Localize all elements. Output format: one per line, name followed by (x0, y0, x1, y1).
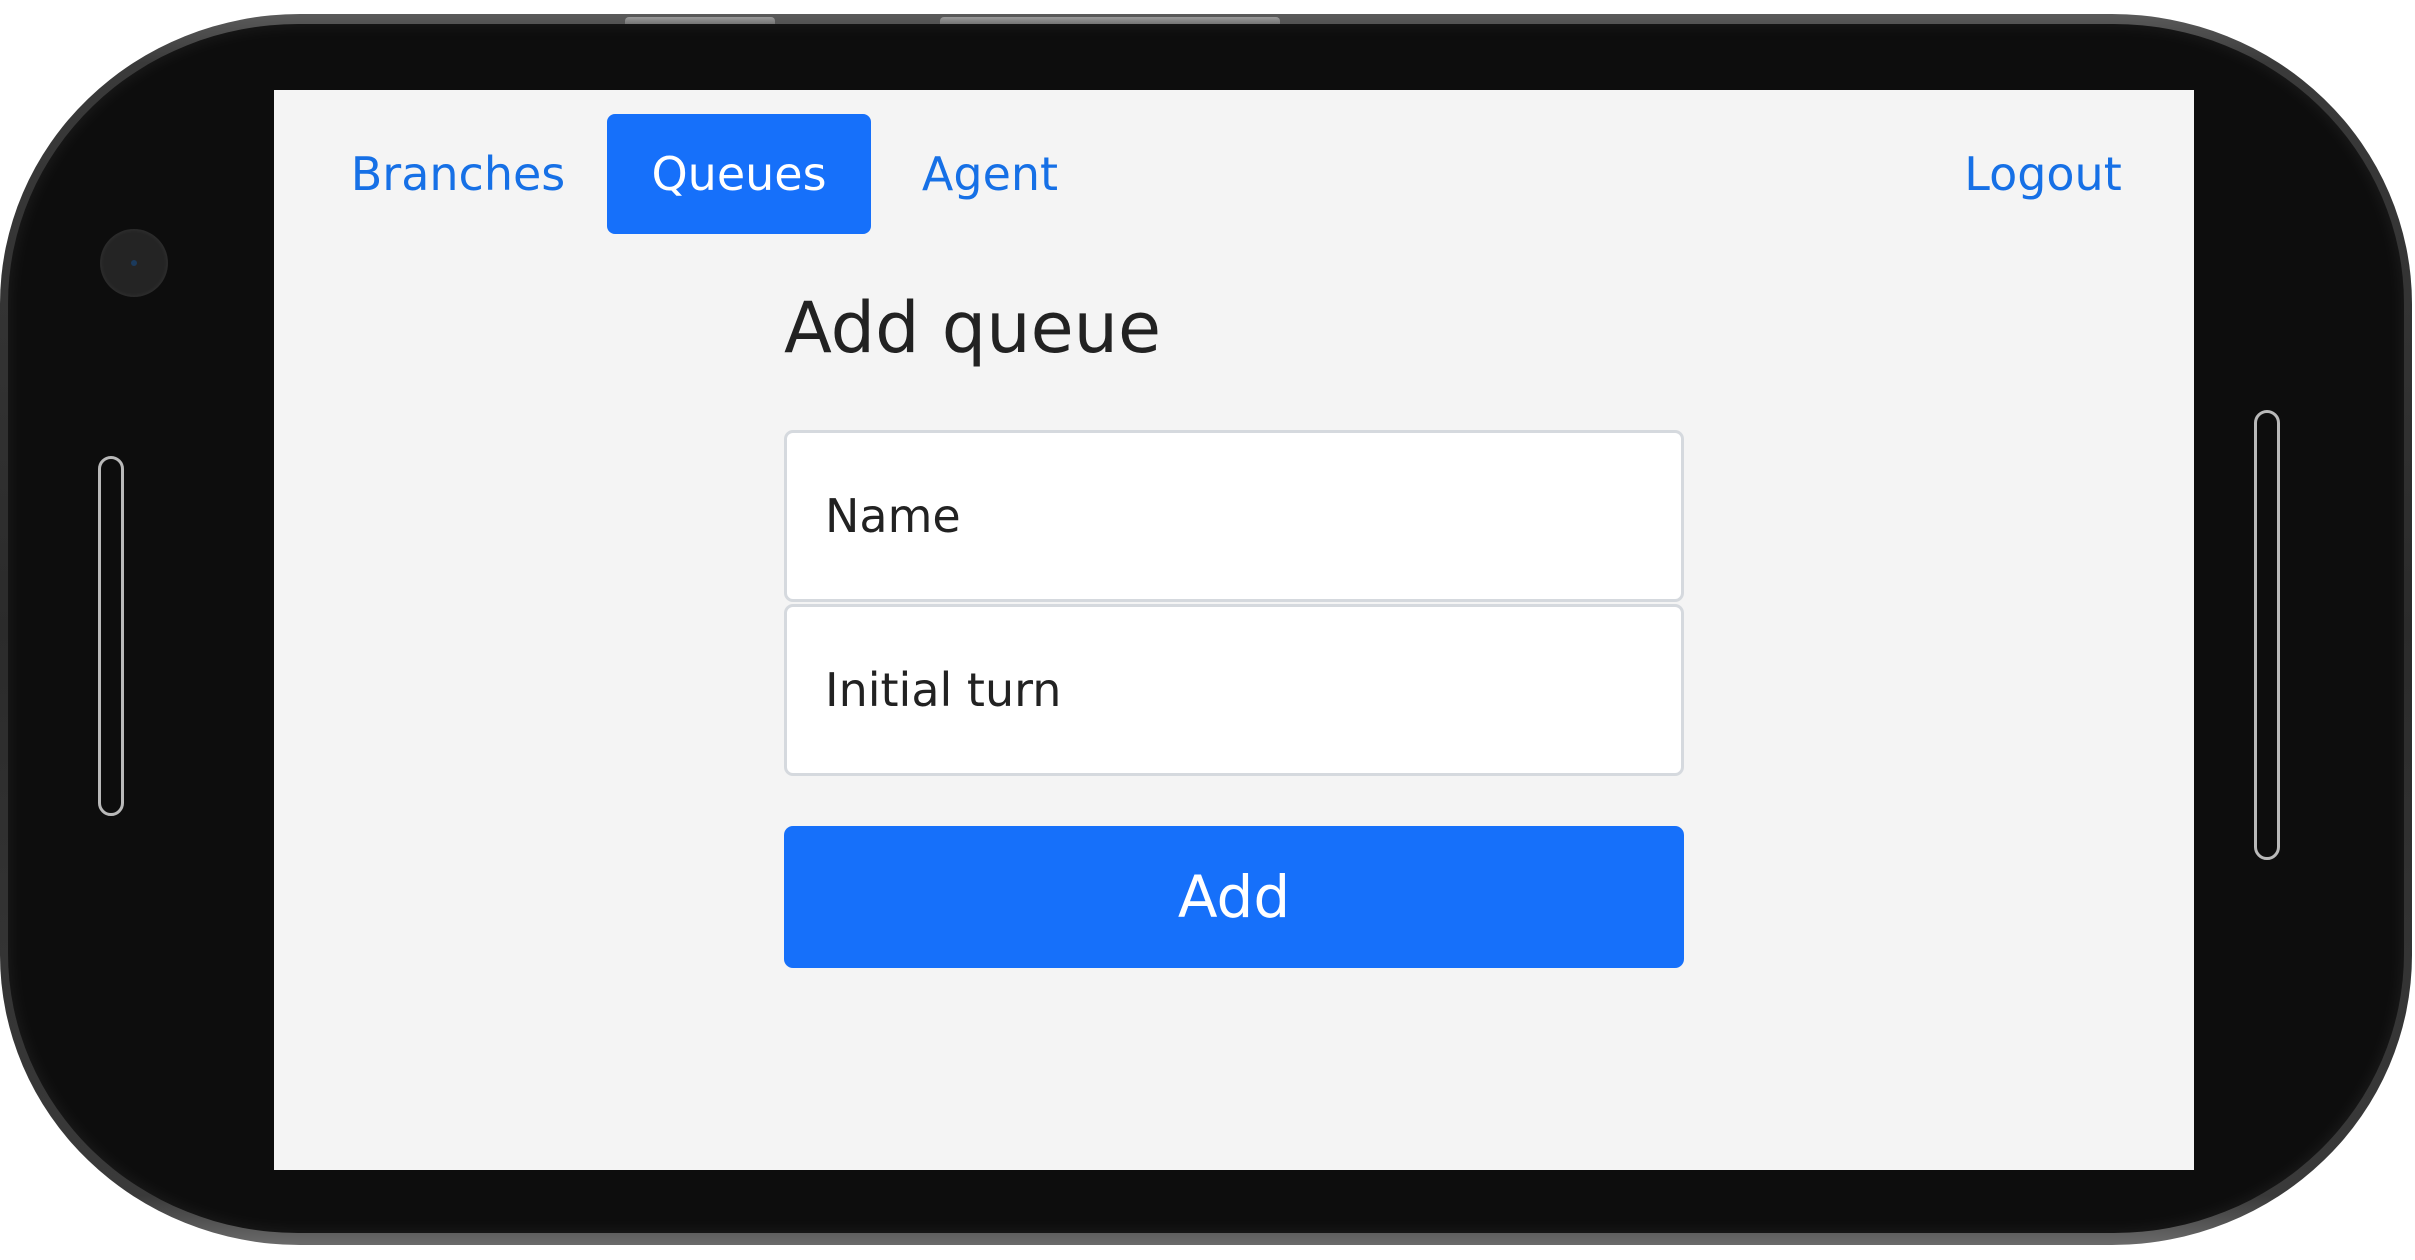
speaker-grille (2254, 410, 2280, 860)
nav-link-branches[interactable]: Branches (338, 114, 578, 234)
app-screen: Branches Queues Agent Logout Add queue A… (274, 90, 2194, 1170)
front-camera-icon (100, 229, 168, 297)
nav-link-agent[interactable]: Agent (900, 114, 1080, 234)
initial-turn-input[interactable] (784, 604, 1684, 776)
logout-link[interactable]: Logout (1943, 114, 2143, 234)
add-button[interactable]: Add (784, 826, 1684, 968)
page-title: Add queue (784, 287, 1162, 369)
speaker-grille (98, 456, 124, 816)
name-input[interactable] (784, 430, 1684, 602)
nav-link-queues[interactable]: Queues (607, 114, 871, 234)
